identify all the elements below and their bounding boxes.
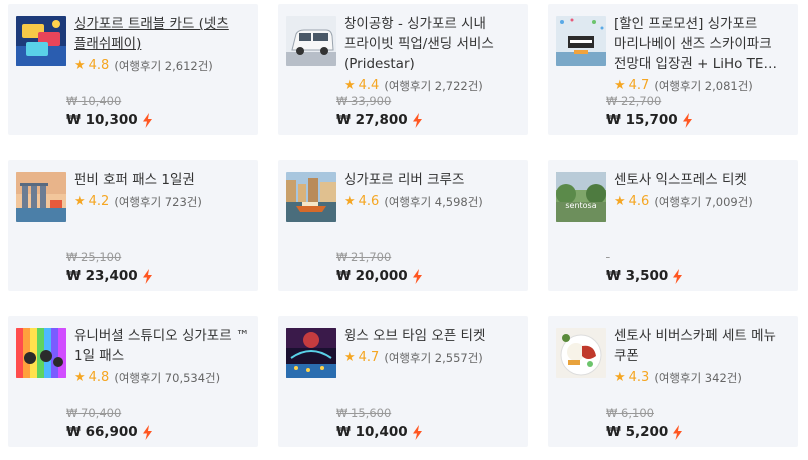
review-count: (여행후기 2,612건) — [114, 59, 213, 73]
original-price: ₩ 10,400 — [66, 94, 122, 108]
review-count: (여행후기 70,534건) — [114, 371, 221, 385]
food-image[interactable] — [556, 328, 606, 378]
wings-image[interactable] — [286, 328, 336, 378]
review-count: (여행후기 2,557건) — [384, 351, 483, 365]
product-card[interactable]: 싱가포르 트래블 카드 (넷츠 플래쉬페이) ★ 4.8 (여행후기 2,612… — [8, 4, 258, 135]
original-price: ₩ 70,400 — [66, 406, 122, 420]
original-price: ₩ 33,900 — [336, 94, 392, 108]
rating: ★ 4.8 (여행후기 2,612건) — [74, 58, 250, 74]
sale-price: ₩ 20,000 — [336, 268, 408, 284]
review-count: (여행후기 723건) — [114, 195, 202, 209]
original-price: ₩ 22,700 — [606, 94, 662, 108]
sentosa-image[interactable]: sentosa — [556, 172, 606, 222]
product-card[interactable]: 창이공항 - 싱가포르 시내 프라이빗 픽업/샌딩 서비스 (Pridestar… — [278, 4, 528, 135]
lightning-icon — [412, 112, 422, 128]
marina-image[interactable] — [16, 172, 66, 222]
rating-score: 4.4 — [358, 78, 380, 93]
lightning-icon — [673, 268, 683, 284]
sale-price: ₩ 10,400 — [336, 424, 408, 440]
star-icon: ★ — [344, 194, 356, 209]
rating: ★ 4.6 (여행후기 4,598건) — [344, 194, 520, 210]
original-price — [606, 249, 683, 265]
original-price: ₩ 15,600 — [336, 406, 392, 420]
lightning-icon — [412, 424, 422, 440]
rating-score: 4.8 — [88, 370, 110, 385]
sale-price: ₩ 23,400 — [66, 268, 138, 284]
product-card[interactable]: [할인 프로모션] 싱가포르 마리나베이 샌즈 스카이파크 전망대 입장권 + … — [548, 4, 798, 135]
product-title[interactable]: [할인 프로모션] 싱가포르 마리나베이 샌즈 스카이파크 전망대 입장권 + … — [614, 14, 790, 74]
star-icon: ★ — [614, 78, 626, 93]
product-card[interactable]: 싱가포르 리버 크루즈 ★ 4.6 (여행후기 4,598건) ₩ 21,700… — [278, 160, 528, 291]
lightning-icon — [682, 112, 692, 128]
rating: ★ 4.3 (여행후기 342건) — [614, 370, 790, 386]
card-image[interactable] — [16, 16, 66, 66]
sentosa-label: sentosa — [565, 201, 596, 210]
universal-image[interactable] — [16, 328, 66, 378]
review-count: (여행후기 2,722건) — [384, 79, 483, 93]
product-title[interactable]: 윙스 오브 타임 오픈 티켓 — [344, 326, 520, 346]
product-card[interactable]: 센토사 비버스카페 세트 메뉴 쿠폰 ★ 4.3 (여행후기 342건) ₩ 6… — [548, 316, 798, 447]
lightning-icon — [412, 268, 422, 284]
product-title[interactable]: 센토사 비버스카페 세트 메뉴 쿠폰 — [614, 326, 790, 366]
rating-score: 4.2 — [88, 194, 110, 209]
product-title[interactable]: 창이공항 - 싱가포르 시내 프라이빗 픽업/샌딩 서비스 (Pridestar… — [344, 14, 520, 74]
sale-price: ₩ 66,900 — [66, 424, 138, 440]
product-title[interactable]: 유니버셜 스튜디오 싱가포르 ™ 1일 패스 — [74, 326, 250, 366]
product-title[interactable]: 싱가포르 리버 크루즈 — [344, 170, 520, 190]
van-image[interactable] — [286, 16, 336, 66]
rating-score: 4.7 — [358, 350, 380, 365]
lightning-icon — [142, 424, 152, 440]
rating: ★ 4.4 (여행후기 2,722건) — [344, 78, 520, 94]
rating: ★ 4.7 (여행후기 2,557건) — [344, 350, 520, 366]
product-card[interactable]: sentosa 센토사 익스프레스 티켓 ★ 4.6 (여행후기 7,009건)… — [548, 160, 798, 291]
star-icon: ★ — [74, 194, 86, 209]
rating: ★ 4.7 (여행후기 2,081건) — [614, 78, 790, 94]
rating: ★ 4.8 (여행후기 70,534건) — [74, 370, 250, 386]
original-price: ₩ 21,700 — [336, 250, 392, 264]
star-icon: ★ — [344, 350, 356, 365]
original-price: ₩ 25,100 — [66, 250, 122, 264]
product-title[interactable]: 펀비 호퍼 패스 1일권 — [74, 170, 250, 190]
sale-price: ₩ 27,800 — [336, 112, 408, 128]
lightning-icon — [673, 424, 683, 440]
rating-score: 4.6 — [358, 194, 380, 209]
sale-price: ₩ 10,300 — [66, 112, 138, 128]
star-icon: ★ — [344, 78, 356, 93]
star-icon: ★ — [614, 194, 626, 209]
product-card[interactable]: 윙스 오브 타임 오픈 티켓 ★ 4.7 (여행후기 2,557건) ₩ 15,… — [278, 316, 528, 447]
original-price: ₩ 6,100 — [606, 406, 654, 420]
star-icon: ★ — [74, 58, 86, 73]
star-icon: ★ — [614, 370, 626, 385]
review-count: (여행후기 2,081건) — [654, 79, 753, 93]
rating-score: 4.3 — [628, 370, 650, 385]
cruise-image[interactable] — [286, 172, 336, 222]
product-title[interactable]: 싱가포르 트래블 카드 (넷츠 플래쉬페이) — [74, 14, 250, 54]
rating: ★ 4.2 (여행후기 723건) — [74, 194, 250, 210]
skypark-image[interactable] — [556, 16, 606, 66]
sale-price: ₩ 15,700 — [606, 112, 678, 128]
review-count: (여행후기 7,009건) — [654, 195, 753, 209]
product-title[interactable]: 센토사 익스프레스 티켓 — [614, 170, 790, 190]
review-count: (여행후기 342건) — [654, 371, 742, 385]
rating-score: 4.8 — [88, 58, 110, 73]
rating-score: 4.6 — [628, 194, 650, 209]
review-count: (여행후기 4,598건) — [384, 195, 483, 209]
product-grid: 싱가포르 트래블 카드 (넷츠 플래쉬페이) ★ 4.8 (여행후기 2,612… — [0, 0, 808, 460]
rating: ★ 4.6 (여행후기 7,009건) — [614, 194, 790, 210]
sale-price: ₩ 3,500 — [606, 268, 669, 284]
lightning-icon — [142, 112, 152, 128]
product-card[interactable]: 펀비 호퍼 패스 1일권 ★ 4.2 (여행후기 723건) ₩ 25,100 … — [8, 160, 258, 291]
rating-score: 4.7 — [628, 78, 650, 93]
sale-price: ₩ 5,200 — [606, 424, 669, 440]
star-icon: ★ — [74, 370, 86, 385]
product-card[interactable]: 유니버셜 스튜디오 싱가포르 ™ 1일 패스 ★ 4.8 (여행후기 70,53… — [8, 316, 258, 447]
lightning-icon — [142, 268, 152, 284]
